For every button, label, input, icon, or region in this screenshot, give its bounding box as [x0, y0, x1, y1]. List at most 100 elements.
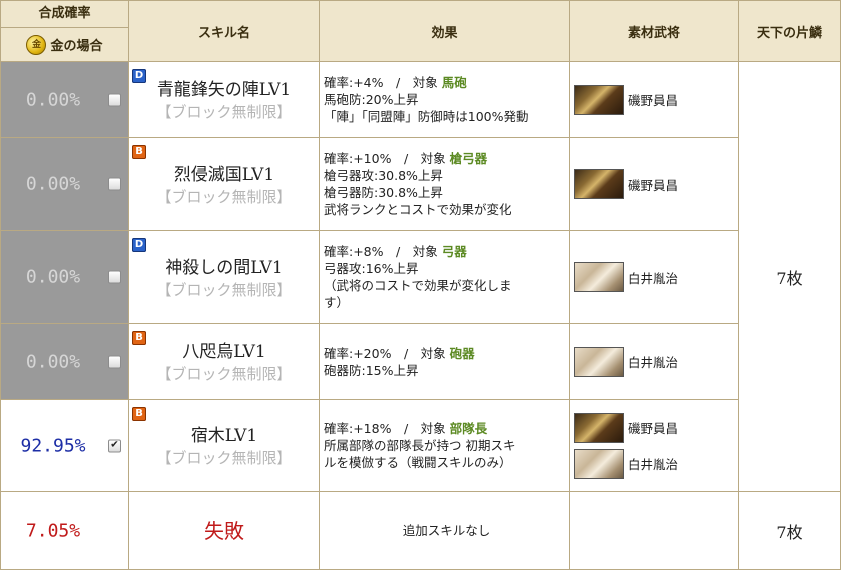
effect-line: す） [324, 295, 350, 310]
effect-line: 「陣」「同盟陣」防御時は100%発動 [324, 109, 529, 124]
fail-material-cell [569, 491, 739, 570]
material-name: 白井胤治 [628, 270, 679, 286]
table-row: 0.00% D 神殺しの間LV1 【ブロック無制限】 確率:+8% / 対象 弓… [0, 230, 841, 324]
skill-checkbox[interactable] [108, 93, 121, 106]
gold-coin-icon: 金 [26, 34, 47, 55]
rate-cell: 0.00% [0, 137, 129, 231]
skill-checkbox[interactable] [108, 177, 121, 191]
effect-rate: 確率:+8% / 対象 [324, 244, 438, 259]
elder-general-portrait[interactable] [574, 262, 624, 292]
skill-checkbox[interactable] [108, 355, 121, 368]
effect-target: 部隊長 [449, 421, 488, 436]
rate-cell: 0.00% [0, 61, 129, 138]
skill-name: 宿木LV1 [190, 426, 258, 446]
rate-cell: 0.00% [0, 323, 129, 400]
material-name: 白井胤治 [628, 457, 679, 472]
effect-line: （武将のコストで効果が変化しま [324, 278, 512, 293]
skill-name: 烈侵滅国LV1 [173, 164, 275, 185]
skill-checkbox[interactable] [108, 270, 121, 284]
effect-line: 槍弓器防:30.8%上昇 [324, 185, 443, 200]
effect-line: 馬砲防:20%上昇 [324, 92, 419, 107]
skill-name: 八咫烏LV1 [182, 342, 266, 362]
fail-skill-cell: 失敗 [128, 491, 320, 570]
skill-type-badge: B [132, 407, 146, 421]
table-row: 0.00% D 青龍鋒矢の陣LV1 【ブロック無制限】 確率:+4% / 対象 … [0, 61, 841, 492]
skill-cell: D 神殺しの間LV1 【ブロック無制限】 [128, 230, 320, 324]
armor-general-portrait[interactable] [574, 169, 624, 199]
material-cell: 磯野員昌 白井胤治 [569, 399, 739, 492]
fail-rate-cell: 7.05% [0, 491, 129, 570]
effect-cell: 確率:+18% / 対象 部隊長 所属部隊の部隊長が持つ 初期スキ ルを模倣する… [319, 399, 570, 492]
effect-cell: 確率:+20% / 対象 砲器 砲器防:15%上昇 [319, 323, 570, 400]
rate-header: 合成確率 金 金の場合 [0, 0, 129, 62]
rate-cell: 92.95% ✔ [0, 399, 129, 492]
skill-synthesis-table: 合成確率 金 金の場合 スキル名 効果 素材武将 天下の片鱗 0.00% D 青… [0, 0, 841, 570]
effect-cell: 確率:+10% / 対象 槍弓器 槍弓器攻:30.8%上昇 槍弓器防:30.8%… [319, 137, 570, 231]
effect-line: 砲器防:15%上昇 [324, 362, 419, 378]
material-cell: 白井胤治 [569, 323, 739, 400]
effect-line: 武将ランクとコストで効果が変化 [324, 202, 512, 217]
material-cell: 磯野員昌 [569, 61, 739, 138]
fail-shards-value: 7枚 [776, 522, 803, 542]
shards-cell: 7枚 [738, 61, 841, 492]
block-label: 【ブロック無制限】 [156, 449, 292, 467]
effect-target: 槍弓器 [449, 151, 488, 166]
table-row: 0.00% B 烈侵滅国LV1 【ブロック無制限】 確率:+10% / 対象 槍… [0, 137, 841, 231]
fail-rate-value: 7.05% [25, 520, 81, 541]
effect-rate: 確率:+10% / 対象 [324, 151, 446, 166]
table-row: 92.95% ✔ B 宿木LV1 【ブロック無制限】 確率:+18% / 対象 … [0, 399, 841, 492]
effect-target: 砲器 [449, 345, 475, 361]
effect-header: 効果 [319, 0, 570, 62]
shards-value: 7枚 [776, 268, 803, 288]
shards-header: 天下の片鱗 [738, 0, 841, 62]
elder-general-portrait[interactable] [574, 448, 624, 479]
fail-effect-cell: 追加スキルなし [319, 491, 570, 570]
block-label: 【ブロック無制限】 [156, 280, 292, 299]
effect-line: ルを模倣する（戦闘スキルのみ） [324, 455, 512, 470]
skill-name-header: スキル名 [128, 0, 320, 62]
rate-value: 0.00% [25, 173, 81, 195]
armor-general-portrait[interactable] [574, 84, 624, 115]
block-label: 【ブロック無制限】 [156, 365, 292, 383]
skill-type-badge: D [132, 69, 146, 83]
skill-name: 神殺しの間LV1 [165, 257, 283, 278]
skill-name: 青龍鋒矢の陣LV1 [156, 80, 292, 100]
skill-cell: B 烈侵滅国LV1 【ブロック無制限】 [128, 137, 320, 231]
skill-type-badge: B [132, 145, 146, 159]
material-cell: 磯野員昌 [569, 137, 739, 231]
skill-type-badge: D [132, 238, 146, 252]
material-header: 素材武将 [569, 0, 739, 62]
effect-line: 槍弓器攻:30.8%上昇 [324, 168, 443, 183]
effect-cell: 確率:+4% / 対象 馬砲 馬砲防:20%上昇 「陣」「同盟陣」防御時は100… [319, 61, 570, 138]
effect-cell: 確率:+8% / 対象 弓器 弓器攻:16%上昇 （武将のコストで効果が変化しま… [319, 230, 570, 324]
material-cell: 白井胤治 [569, 230, 739, 324]
skill-checkbox-checked[interactable]: ✔ [108, 439, 121, 452]
fail-label: 失敗 [204, 519, 244, 543]
gold-case-label: 金の場合 [50, 39, 103, 54]
effect-line: 弓器攻:16%上昇 [324, 261, 419, 276]
effect-target: 馬砲 [441, 75, 467, 90]
rate-value: 0.00% [25, 266, 81, 288]
rate-value: 0.00% [25, 351, 81, 372]
material-name: 磯野員昌 [628, 93, 679, 108]
fail-row: 7.05% 失敗 追加スキルなし 7枚 [0, 491, 841, 570]
effect-line: 所属部隊の部隊長が持つ 初期スキ [324, 438, 516, 453]
material-name: 磯野員昌 [628, 177, 679, 193]
rate-value: 0.00% [25, 89, 81, 110]
armor-general-portrait[interactable] [574, 412, 624, 443]
effect-target: 弓器 [441, 244, 467, 259]
skill-cell: B 八咫烏LV1 【ブロック無制限】 [128, 323, 320, 400]
skill-cell: B 宿木LV1 【ブロック無制限】 [128, 399, 320, 492]
effect-rate: 確率:+4% / 対象 [324, 75, 438, 90]
block-label: 【ブロック無制限】 [156, 103, 292, 121]
effect-rate: 確率:+20% / 対象 [324, 345, 446, 361]
fail-effect: 追加スキルなし [402, 523, 491, 538]
fail-shards-cell: 7枚 [738, 491, 841, 570]
rate-value: 92.95% [20, 435, 86, 456]
block-label: 【ブロック無制限】 [156, 187, 292, 206]
skill-type-badge: B [132, 331, 146, 345]
material-name: 磯野員昌 [628, 421, 679, 436]
material-name: 白井胤治 [628, 355, 679, 370]
elder-general-portrait[interactable] [574, 346, 624, 377]
rate-title: 合成確率 [1, 1, 128, 28]
